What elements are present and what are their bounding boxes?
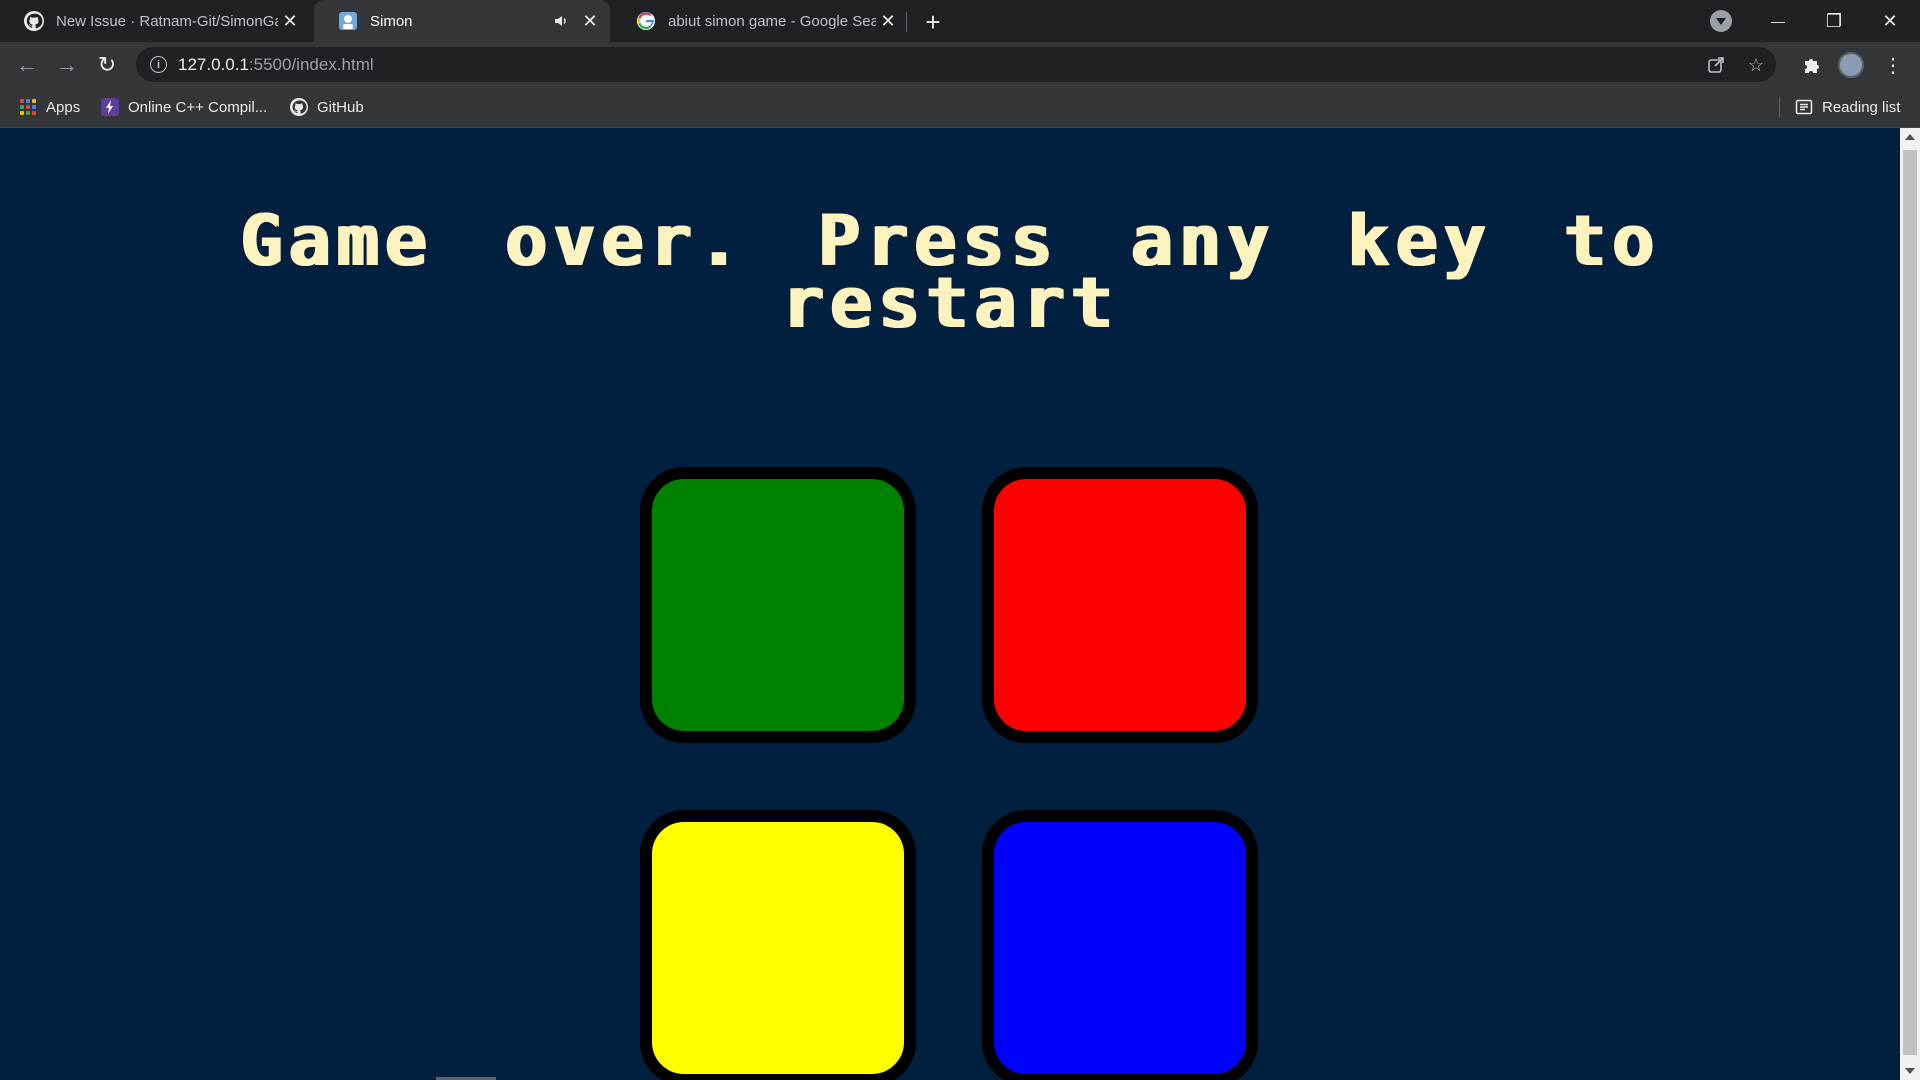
simon-button-blue[interactable]	[982, 810, 1258, 1080]
github-icon	[24, 11, 44, 31]
reading-list-icon	[1795, 98, 1813, 116]
profile-avatar[interactable]	[1838, 52, 1864, 78]
bookmark-apps[interactable]: Apps	[19, 95, 80, 119]
tab-strip: New Issue · Ratnam-Git/SimonGame ✕ Simon…	[0, 0, 1920, 42]
info-icon[interactable]: i	[150, 56, 167, 73]
github-icon	[290, 98, 308, 116]
forward-button[interactable]: →	[52, 50, 82, 80]
new-tab-button[interactable]: +	[919, 6, 947, 37]
tab-close-icon[interactable]: ✕	[278, 9, 302, 33]
url-host: 127.0.0.1	[178, 55, 249, 74]
simon-button-red[interactable]	[982, 467, 1258, 743]
tab-google-search[interactable]: abiut simon game - Google Search ✕	[612, 0, 908, 42]
tab-title: New Issue · Ratnam-Git/SimonGame	[56, 12, 278, 30]
close-icon: ✕	[1882, 10, 1898, 31]
browser-toolbar: ← → ↻ i 127.0.0.1:5500/index.html ☆ ⋮	[0, 42, 1920, 87]
bookmark-label: Apps	[46, 98, 81, 116]
bookmarks-separator	[1779, 97, 1780, 117]
simon-game-page: Game over. Press any key to restart	[0, 128, 1900, 1080]
arrow-right-icon: →	[56, 52, 78, 77]
menu-kebab-icon[interactable]: ⋮	[1878, 50, 1908, 80]
tab-close-icon[interactable]: ✕	[578, 9, 602, 33]
scroll-thumb[interactable]	[1903, 150, 1917, 1055]
bookmark-star-icon[interactable]: ☆	[1744, 53, 1768, 77]
restore-icon: ❐	[1825, 10, 1843, 31]
back-button[interactable]: ←	[12, 50, 42, 80]
share-icon[interactable]	[1704, 53, 1728, 77]
reload-icon: ↻	[97, 52, 117, 77]
speaker-icon[interactable]	[550, 15, 572, 27]
tab-title: Simon	[370, 12, 413, 30]
bookmark-label: Online C++ Compil...	[128, 98, 268, 116]
apps-grid-icon	[19, 98, 37, 116]
scroll-up-arrow-icon[interactable]	[1905, 134, 1915, 140]
level-title: Game over. Press any key to restart	[240, 200, 1660, 344]
bookmark-label: GitHub	[317, 98, 364, 116]
address-bar[interactable]: i 127.0.0.1:5500/index.html ☆	[136, 47, 1776, 82]
bookmark-github[interactable]: GitHub	[290, 95, 364, 119]
reading-list-label: Reading list	[1822, 98, 1901, 116]
google-icon	[636, 11, 656, 31]
url-text[interactable]: 127.0.0.1:5500/index.html	[178, 55, 374, 75]
bookmark-online-cpp[interactable]: Online C++ Compil...	[101, 95, 267, 119]
minimize-button[interactable]: —	[1750, 0, 1806, 42]
vertical-scrollbar[interactable]	[1900, 128, 1920, 1080]
tab-separator	[906, 12, 907, 32]
simon-button-yellow[interactable]	[640, 810, 916, 1080]
restore-button[interactable]: ❐	[1806, 0, 1862, 42]
tab-github-issue[interactable]: New Issue · Ratnam-Git/SimonGame ✕	[0, 0, 310, 42]
reload-button[interactable]: ↻	[92, 50, 122, 80]
scroll-down-arrow-icon[interactable]	[1905, 1068, 1915, 1074]
bookmarks-bar: Apps Online C++ Compil... GitHub Reading…	[0, 87, 1920, 128]
lightning-icon	[101, 98, 119, 116]
chevron-down-icon	[1716, 17, 1726, 25]
simon-button-green[interactable]	[640, 467, 916, 743]
extensions-puzzle-icon[interactable]	[1797, 50, 1827, 80]
tab-simon[interactable]: Simon ✕	[314, 0, 610, 42]
close-window-button[interactable]: ✕	[1862, 0, 1918, 42]
minimize-icon: —	[1771, 13, 1785, 29]
tab-search-button[interactable]	[1710, 10, 1732, 32]
simon-favicon	[338, 11, 358, 31]
tab-close-icon[interactable]: ✕	[876, 9, 900, 33]
plus-icon: +	[925, 6, 941, 37]
arrow-left-icon: ←	[16, 52, 38, 77]
url-path: :5500/index.html	[248, 55, 374, 74]
reading-list-button[interactable]: Reading list	[1795, 95, 1900, 119]
tab-title: abiut simon game - Google Search	[668, 12, 876, 30]
